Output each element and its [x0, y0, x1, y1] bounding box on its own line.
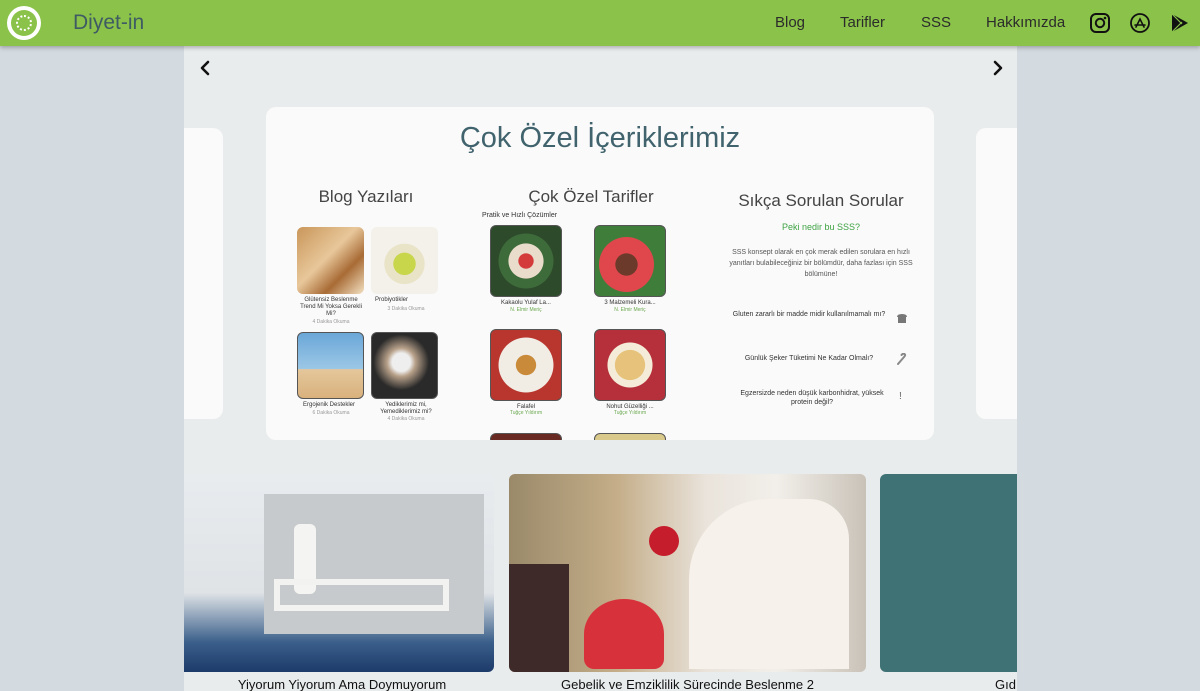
faq-question[interactable]: Egzersizde neden düşük karbonhidrat, yük… — [732, 389, 892, 407]
blog-post-title[interactable]: Ergojenik Destekler — [294, 402, 364, 409]
recipe-thumb-3ingredients[interactable] — [594, 225, 666, 297]
nav-link-tarifler[interactable]: Tarifler — [840, 14, 885, 31]
blog-post-title[interactable]: Yediklerimiz mi, Yemediklerimiz mi? — [366, 402, 446, 416]
recipe-author: N. Elmir Meriç — [510, 307, 542, 313]
recipe-author: Tuğçe Yıldırım — [509, 410, 543, 416]
recipe-thumb-partial[interactable] — [490, 433, 562, 440]
featured-title: Çok Özel İçeriklerimiz — [459, 122, 741, 154]
faq-question[interactable]: Gluten zararlı bir madde midir kullanılm… — [728, 310, 890, 319]
prev-slide-card[interactable] — [184, 128, 223, 419]
blog-post-read-time: 4 Dakika Okuma — [312, 319, 350, 325]
recipe-author: Tuğçe Yıldırım — [613, 410, 647, 416]
blog-column-title: Blog Yazıları — [318, 187, 414, 206]
blog-thumb-probiotics[interactable] — [371, 227, 438, 294]
blog-post-read-time: 3 Dakika Okuma — [387, 306, 425, 312]
recipe-thumb-oat[interactable] — [490, 225, 562, 297]
featured-card: Çok Özel İçeriklerimiz Blog Yazıları Glü… — [266, 107, 934, 440]
exclamation-icon: ! — [899, 391, 902, 402]
bread-icon — [897, 314, 907, 323]
recipe-title[interactable]: 3 Malzemeli Kura... — [590, 300, 670, 307]
faq-subtitle[interactable]: Peki nedir bu SSS? — [721, 222, 921, 232]
carousel-title[interactable]: Yiyorum Yiyorum Ama Doymuyorum — [184, 677, 500, 691]
prev-arrow-icon[interactable] — [195, 58, 215, 78]
carousel-card-1[interactable] — [509, 474, 866, 672]
main-panel: Çok Özel İçeriklerimiz Blog Yazıları Glü… — [184, 46, 1017, 691]
faq-question[interactable]: Günlük Şeker Tüketimi Ne Kadar Olmalı? — [734, 354, 884, 363]
brand-name[interactable]: Diyet-in — [73, 11, 144, 35]
faq-description: SSS konsept olarak en çok merak edilen s… — [729, 249, 913, 278]
recipes-subtitle: Pratik ve Hızlı Çözümler — [482, 212, 558, 219]
candy-cane-icon — [897, 353, 907, 365]
carousel-title[interactable]: Gıd — [995, 677, 1016, 691]
logo[interactable] — [7, 6, 41, 40]
blog-post-title[interactable]: Glütensiz Beslenme Trend Mi Yoksa Gerekl… — [296, 297, 366, 318]
recipe-author: N. Elmir Meriç — [614, 307, 646, 313]
nav-link-sss[interactable]: SSS — [921, 14, 951, 31]
blog-post-read-time: 6 Dakika Okuma — [312, 410, 350, 416]
recipe-thumb-chickpea[interactable] — [594, 329, 666, 401]
next-slide-card[interactable] — [976, 128, 1017, 419]
next-arrow-icon[interactable] — [988, 58, 1008, 78]
blog-post-title[interactable]: Probiyotikler — [364, 297, 419, 304]
carousel-card-2[interactable] — [880, 474, 1017, 672]
faq-column-title: Sıkça Sorulan Sorular — [738, 191, 904, 210]
blog-post-read-time: 4 Dakika Okuma — [387, 416, 425, 422]
recipes-column-title: Çok Özel Tarifler — [528, 187, 654, 206]
nav-link-hakkimizda[interactable]: Hakkımızda — [986, 14, 1065, 31]
blog-thumb-gluten[interactable] — [297, 227, 364, 294]
nav-link-blog[interactable]: Blog — [775, 14, 805, 31]
recipe-thumb-partial[interactable] — [594, 433, 666, 440]
carousel-title[interactable]: Gebelik ve Emziklilik Sürecinde Beslenme… — [509, 677, 866, 691]
carousel-card-0[interactable] — [184, 474, 494, 672]
app-store-icon[interactable] — [1129, 12, 1151, 34]
recipe-thumb-falafel[interactable] — [490, 329, 562, 401]
blog-thumb-ergogenic[interactable] — [297, 332, 364, 399]
blog-thumb-eating[interactable] — [371, 332, 438, 399]
recipe-title[interactable]: Kakaolu Yulaf La... — [486, 300, 566, 307]
navbar: Diyet-in Blog Tarifler SSS Hakkımızda — [0, 0, 1200, 46]
instagram-icon[interactable] — [1089, 12, 1111, 34]
google-play-icon[interactable] — [1169, 12, 1191, 34]
